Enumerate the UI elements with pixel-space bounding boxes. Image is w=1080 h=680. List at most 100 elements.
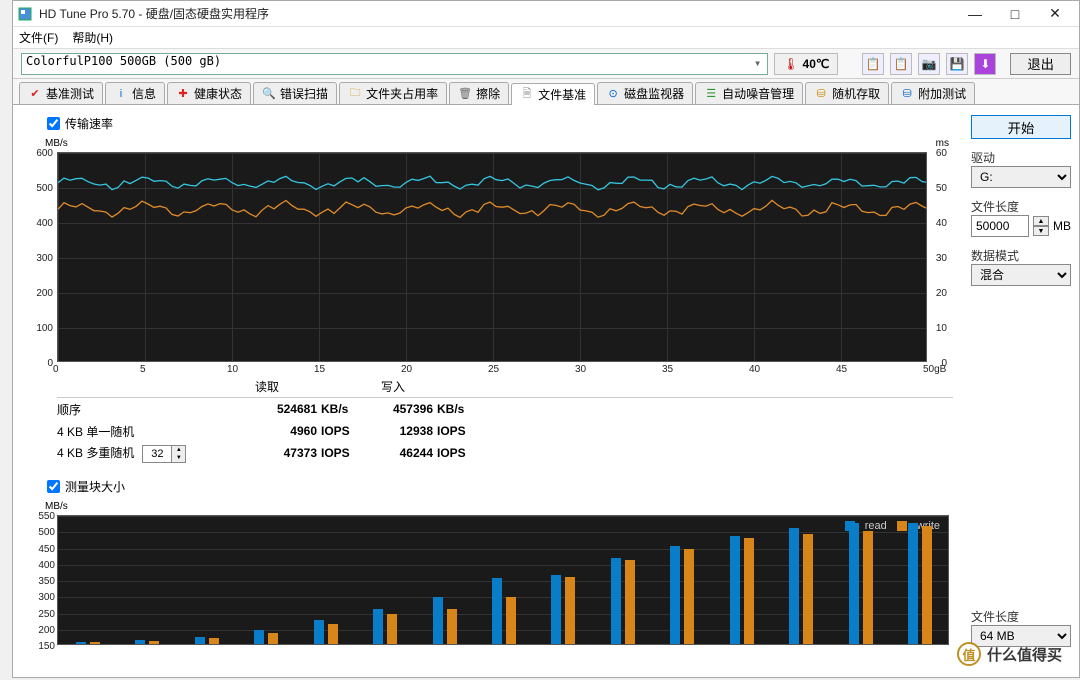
tab-label: 健康状态 xyxy=(194,85,242,102)
mode-label: 数据模式 xyxy=(971,249,1019,263)
tab-附加测试[interactable]: ⛁附加测试 xyxy=(891,82,975,104)
app-window: HD Tune Pro 5.70 - 硬盘/固态硬盘实用程序 — □ ✕ 文件(… xyxy=(12,0,1080,678)
table-row: 4 KB 单一随机4960IOPS12938IOPS xyxy=(57,420,953,442)
menu-file[interactable]: 文件(F) xyxy=(19,29,58,46)
bar-read xyxy=(670,546,680,644)
read-unit: IOPS xyxy=(317,424,353,438)
mode-select[interactable]: 混合 xyxy=(971,264,1071,286)
bar-write xyxy=(209,638,219,644)
close-button[interactable]: ✕ xyxy=(1035,2,1075,26)
thermometer-icon: 🌡 xyxy=(783,57,798,71)
bar-read xyxy=(76,642,86,644)
save-button[interactable]: 💾 xyxy=(946,53,968,75)
tab-label: 文件夹占用率 xyxy=(366,85,438,102)
table-row: 4 KB 多重随机▲▼47373IOPS46244IOPS xyxy=(57,442,953,464)
write-unit: IOPS xyxy=(433,424,469,438)
exit-button[interactable]: 退出 xyxy=(1010,53,1071,75)
queue-depth-spinner[interactable]: ▲▼ xyxy=(142,445,186,463)
bar-read xyxy=(730,536,740,644)
tab-label: 错误扫描 xyxy=(280,85,328,102)
copy-info-button[interactable]: 📋 xyxy=(890,53,912,75)
bar-write xyxy=(387,614,397,644)
blocksize-checkbox[interactable]: 测量块大小 xyxy=(47,478,961,495)
drive-letter-select[interactable]: G: xyxy=(971,166,1071,188)
read-value: 47373 xyxy=(217,446,317,460)
transfer-rate-check[interactable] xyxy=(47,117,60,130)
bar-read xyxy=(254,630,264,644)
start-button[interactable]: 开始 xyxy=(971,115,1071,139)
max-button[interactable]: □ xyxy=(995,2,1035,26)
drive-select[interactable]: ColorfulP100 500GB (500 gB) xyxy=(21,53,768,75)
tab-icon: i xyxy=(114,87,128,101)
tab-自动噪音管理[interactable]: ☰自动噪音管理 xyxy=(695,82,803,104)
menu-bar: 文件(F) 帮助(H) xyxy=(13,27,1079,49)
tab-label: 信息 xyxy=(132,85,156,102)
titlebar: HD Tune Pro 5.70 - 硬盘/固态硬盘实用程序 — □ ✕ xyxy=(13,1,1079,27)
side-panel: 开始 驱动 G: 文件长度 ▲▼ MB 数据模式 混合 文件长度 64 MB xyxy=(969,111,1073,671)
screenshot-button[interactable]: 📷 xyxy=(918,53,940,75)
write-value: 12938 xyxy=(353,424,433,438)
filelen-spinner[interactable]: ▲▼ xyxy=(1033,216,1049,236)
window-title: HD Tune Pro 5.70 - 硬盘/固态硬盘实用程序 xyxy=(39,5,955,22)
tab-icon: ✚ xyxy=(176,87,190,101)
filelen-unit: MB xyxy=(1053,219,1071,233)
tab-文件基准[interactable]: 🗎 文件基准 xyxy=(511,83,595,105)
filelen-input[interactable] xyxy=(971,215,1029,237)
tab-磁盘监视器[interactable]: ⊙ 磁盘监视器 xyxy=(597,82,693,104)
menu-help[interactable]: 帮助(H) xyxy=(72,29,113,46)
tab-label: 基准测试 xyxy=(46,85,94,102)
bar-write xyxy=(328,624,338,644)
tab-文件夹占用率[interactable]: 🗀 文件夹占用率 xyxy=(339,82,447,104)
drive-label: 驱动 xyxy=(971,151,995,165)
tab-信息[interactable]: i 信息 xyxy=(105,82,165,104)
tab-icon: ⊙ xyxy=(606,87,620,101)
bar-write xyxy=(565,577,575,644)
bar-write xyxy=(90,642,100,644)
content-area: 传输速率 MB/s ms 600500400300200100060504030… xyxy=(13,105,1079,677)
tab-label: 文件基准 xyxy=(538,86,586,103)
tab-label: 随机存取 xyxy=(832,85,880,102)
tab-错误扫描[interactable]: 🔍 错误扫描 xyxy=(253,82,337,104)
watermark: 值 什么值得买 xyxy=(957,642,1062,666)
mode-group: 数据模式 混合 xyxy=(971,247,1071,286)
tab-label: 擦除 xyxy=(476,85,500,102)
temperature-value: 40℃ xyxy=(803,57,830,71)
bar-read xyxy=(551,575,561,644)
filelen-group: 文件长度 ▲▼ MB xyxy=(971,198,1071,237)
tab-icon: 🗑 xyxy=(458,87,472,101)
write-unit: KB/s xyxy=(433,402,469,416)
bar-read xyxy=(492,578,502,644)
watermark-text: 什么值得买 xyxy=(987,644,1062,665)
table-header: 读取 写入 xyxy=(57,376,953,398)
row-name: 顺序 xyxy=(57,403,81,417)
tab-icon: 🔍 xyxy=(262,87,276,101)
min-button[interactable]: — xyxy=(955,2,995,26)
transfer-rate-label: 传输速率 xyxy=(65,115,113,132)
bar-read xyxy=(135,640,145,644)
row-name: 4 KB 单一随机 xyxy=(57,425,134,439)
header-read: 读取 xyxy=(217,378,317,395)
drive-group: 驱动 G: xyxy=(971,149,1071,188)
read-value: 4960 xyxy=(217,424,317,438)
tab-icon: 🗎 xyxy=(520,88,534,102)
tab-label: 磁盘监视器 xyxy=(624,85,684,102)
bar-read xyxy=(789,528,799,644)
bar-write xyxy=(149,641,159,644)
bar-write xyxy=(863,531,873,644)
options-button[interactable]: ⬇ xyxy=(974,53,996,75)
header-write: 写入 xyxy=(353,378,433,395)
tab-基准测试[interactable]: ✔ 基准测试 xyxy=(19,82,103,104)
tab-bar: ✔ 基准测试 i 信息 ✚ 健康状态 🔍 错误扫描 🗀 文件夹占用率 🗑 擦除 🗎 文件基准 ⊙ 磁盘监视器 ☰… xyxy=(13,79,1079,105)
bar-read xyxy=(908,523,918,644)
blocksize-check[interactable] xyxy=(47,480,60,493)
tab-icon: 🗀 xyxy=(348,87,362,101)
tab-擦除[interactable]: 🗑 擦除 xyxy=(449,82,509,104)
queue-depth-input[interactable] xyxy=(143,446,171,462)
transfer-rate-checkbox[interactable]: 传输速率 xyxy=(47,115,961,132)
blocksize-label: 测量块大小 xyxy=(65,478,125,495)
tab-icon: ✔ xyxy=(28,87,42,101)
bar-read xyxy=(849,523,859,644)
copy-text-button[interactable]: 📋 xyxy=(862,53,884,75)
tab-随机存取[interactable]: ⛁随机存取 xyxy=(805,82,889,104)
tab-健康状态[interactable]: ✚ 健康状态 xyxy=(167,82,251,104)
